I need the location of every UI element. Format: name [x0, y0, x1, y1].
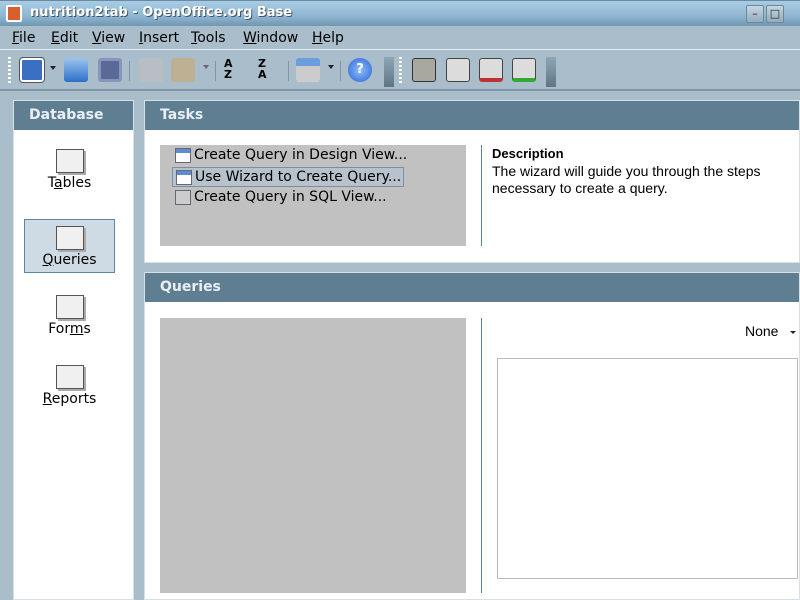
- toolbar-overflow-button[interactable]: [384, 57, 394, 87]
- description-text: The wizard will guide you through the st…: [492, 163, 761, 196]
- help-icon[interactable]: ?: [348, 58, 372, 82]
- app-icon[interactable]: [6, 5, 22, 22]
- mnemonic: W: [243, 30, 257, 46]
- divider: [481, 145, 482, 246]
- menu-bar: File Edit View Insert Tools Window Help: [0, 26, 800, 50]
- minimize-button[interactable]: –: [746, 5, 764, 23]
- menu-label: nsert: [143, 30, 180, 46]
- query-icon: [55, 226, 84, 250]
- paste-icon[interactable]: [171, 58, 195, 82]
- mnemonic: Q: [42, 252, 54, 268]
- mnemonic: H: [312, 30, 323, 46]
- toolbar: AZ ZA ?: [0, 51, 800, 91]
- menu-window[interactable]: Window: [243, 30, 298, 46]
- database-objects-icon[interactable]: [296, 58, 320, 82]
- preview-area: [497, 358, 798, 579]
- queries-title: Queries: [145, 273, 799, 302]
- menu-insert[interactable]: Insert: [139, 30, 179, 46]
- chevron-down-icon: [790, 331, 796, 334]
- chevron-down-icon[interactable]: [50, 66, 56, 70]
- label-part: eports: [51, 391, 97, 407]
- mnemonic: R: [42, 391, 52, 407]
- description-title: Description: [492, 146, 564, 161]
- menu-label: indow: [256, 30, 299, 46]
- menu-label: dit: [59, 30, 79, 46]
- sidebar-item-label: Tables: [24, 175, 115, 191]
- menu-help[interactable]: Help: [312, 30, 344, 46]
- toolbar-overflow-button[interactable]: [546, 57, 556, 87]
- mnemonic: a: [53, 175, 63, 191]
- open-database-object-icon[interactable]: [412, 58, 436, 82]
- task-label: Create Query in Design View...: [194, 147, 408, 163]
- window-title: nutrition2tab - OpenOffice.org Base: [30, 5, 293, 20]
- sidebar-item-label: Forms: [24, 321, 115, 337]
- menu-file[interactable]: File: [12, 30, 35, 46]
- chevron-down-icon[interactable]: [203, 65, 209, 69]
- sidebar-item-queries[interactable]: Queries: [24, 219, 115, 273]
- copy-icon[interactable]: [139, 58, 163, 82]
- maximize-button[interactable]: □: [766, 5, 784, 23]
- toolbar-grip[interactable]: [399, 57, 402, 85]
- sidebar-item-tables[interactable]: Tables: [24, 143, 115, 197]
- sidebar-item-label: Queries: [25, 252, 114, 268]
- sort-ascending-icon[interactable]: AZ: [224, 58, 248, 82]
- tasks-title: Tasks: [145, 101, 799, 130]
- save-icon[interactable]: [98, 58, 122, 82]
- separator: [288, 61, 289, 81]
- rename-icon[interactable]: [512, 58, 536, 82]
- database-sidebar: Database Tables Queries Forms Reports: [13, 100, 134, 600]
- title-bar: nutrition2tab - OpenOffice.org Base – □: [0, 0, 800, 26]
- form-icon: [55, 295, 84, 319]
- open-folder-icon[interactable]: [64, 58, 88, 82]
- separator: [129, 61, 130, 81]
- sql-icon: [175, 190, 191, 205]
- menu-view[interactable]: View: [92, 30, 125, 46]
- wizard-icon: [176, 170, 192, 185]
- queries-panel: Queries None: [144, 272, 800, 600]
- mnemonic: F: [12, 30, 20, 46]
- task-sql-view[interactable]: Create Query in SQL View...: [172, 188, 389, 208]
- sidebar-item-label: Reports: [24, 391, 115, 407]
- sidebar-title: Database: [14, 101, 133, 130]
- menu-label: elp: [322, 30, 344, 46]
- mnemonic: V: [92, 30, 102, 46]
- table-icon: [55, 149, 84, 173]
- preview-mode-value: None: [745, 323, 779, 339]
- separator: [340, 61, 341, 81]
- task-label: Use Wizard to Create Query...: [195, 169, 402, 185]
- tasks-panel: Tasks Create Query in Design View... Use…: [144, 100, 800, 263]
- mnemonic: E: [51, 30, 60, 46]
- label-part: ueries: [53, 252, 97, 268]
- task-wizard[interactable]: Use Wizard to Create Query...: [172, 167, 405, 187]
- menu-edit[interactable]: Edit: [51, 30, 78, 46]
- delete-icon[interactable]: [479, 58, 503, 82]
- menu-label: ile: [19, 30, 36, 46]
- task-list: Create Query in Design View... Use Wizar…: [160, 145, 466, 246]
- divider: [481, 318, 482, 593]
- task-label: Create Query in SQL View...: [194, 189, 387, 205]
- label-part: For: [48, 321, 70, 337]
- design-view-icon: [175, 148, 191, 163]
- menu-label: iew: [101, 30, 126, 46]
- queries-list[interactable]: [160, 318, 466, 593]
- label-part: bles: [62, 175, 92, 191]
- sidebar-item-reports[interactable]: Reports: [24, 359, 115, 413]
- mnemonic: m: [69, 321, 84, 337]
- new-document-icon[interactable]: [19, 57, 45, 83]
- edit-icon[interactable]: [446, 58, 470, 82]
- report-icon: [55, 365, 84, 389]
- task-design-view[interactable]: Create Query in Design View...: [172, 146, 409, 166]
- label-part: s: [83, 321, 91, 337]
- sidebar-item-forms[interactable]: Forms: [24, 289, 115, 343]
- menu-label: ools: [197, 30, 226, 46]
- sort-descending-icon[interactable]: ZA: [258, 58, 282, 82]
- menu-tools[interactable]: Tools: [191, 30, 226, 46]
- preview-mode-dropdown[interactable]: None: [745, 323, 796, 339]
- separator: [215, 61, 216, 81]
- chevron-down-icon[interactable]: [328, 65, 334, 69]
- toolbar-grip[interactable]: [8, 57, 11, 85]
